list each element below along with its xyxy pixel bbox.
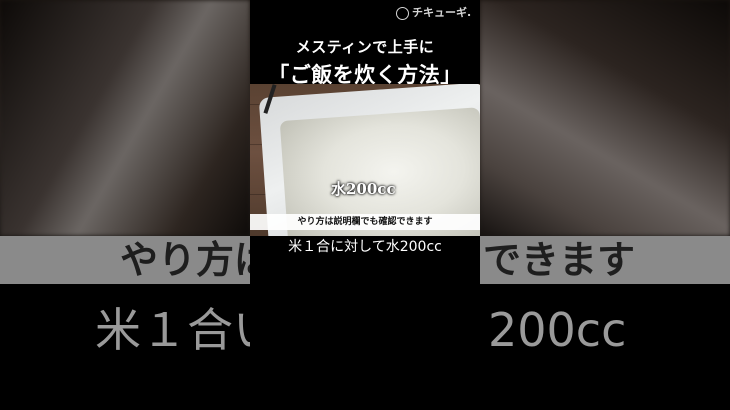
water-amount-label: 水200cc (331, 180, 396, 198)
blurred-photo-left (0, 0, 250, 236)
description-note-bar: やり方は説明欄でも確認できます (250, 214, 480, 230)
background-caption-right: できます (483, 238, 636, 282)
subtitle-caption: 米１合に対して水200cc (288, 239, 442, 255)
blurred-photo-right (480, 0, 730, 236)
channel-logo: チキューギ. (396, 4, 471, 20)
logo-icon (396, 6, 409, 20)
video-title-line1: メスティンで上手に (295, 38, 435, 56)
logo-text: チキューギ. (412, 6, 472, 19)
background-subcaption-right: 200cc (488, 303, 627, 357)
video-frame[interactable]: メスティンで上手に 「ご飯を炊く方法」 水200cc やり方は説明欄でも確認でき… (250, 0, 480, 410)
